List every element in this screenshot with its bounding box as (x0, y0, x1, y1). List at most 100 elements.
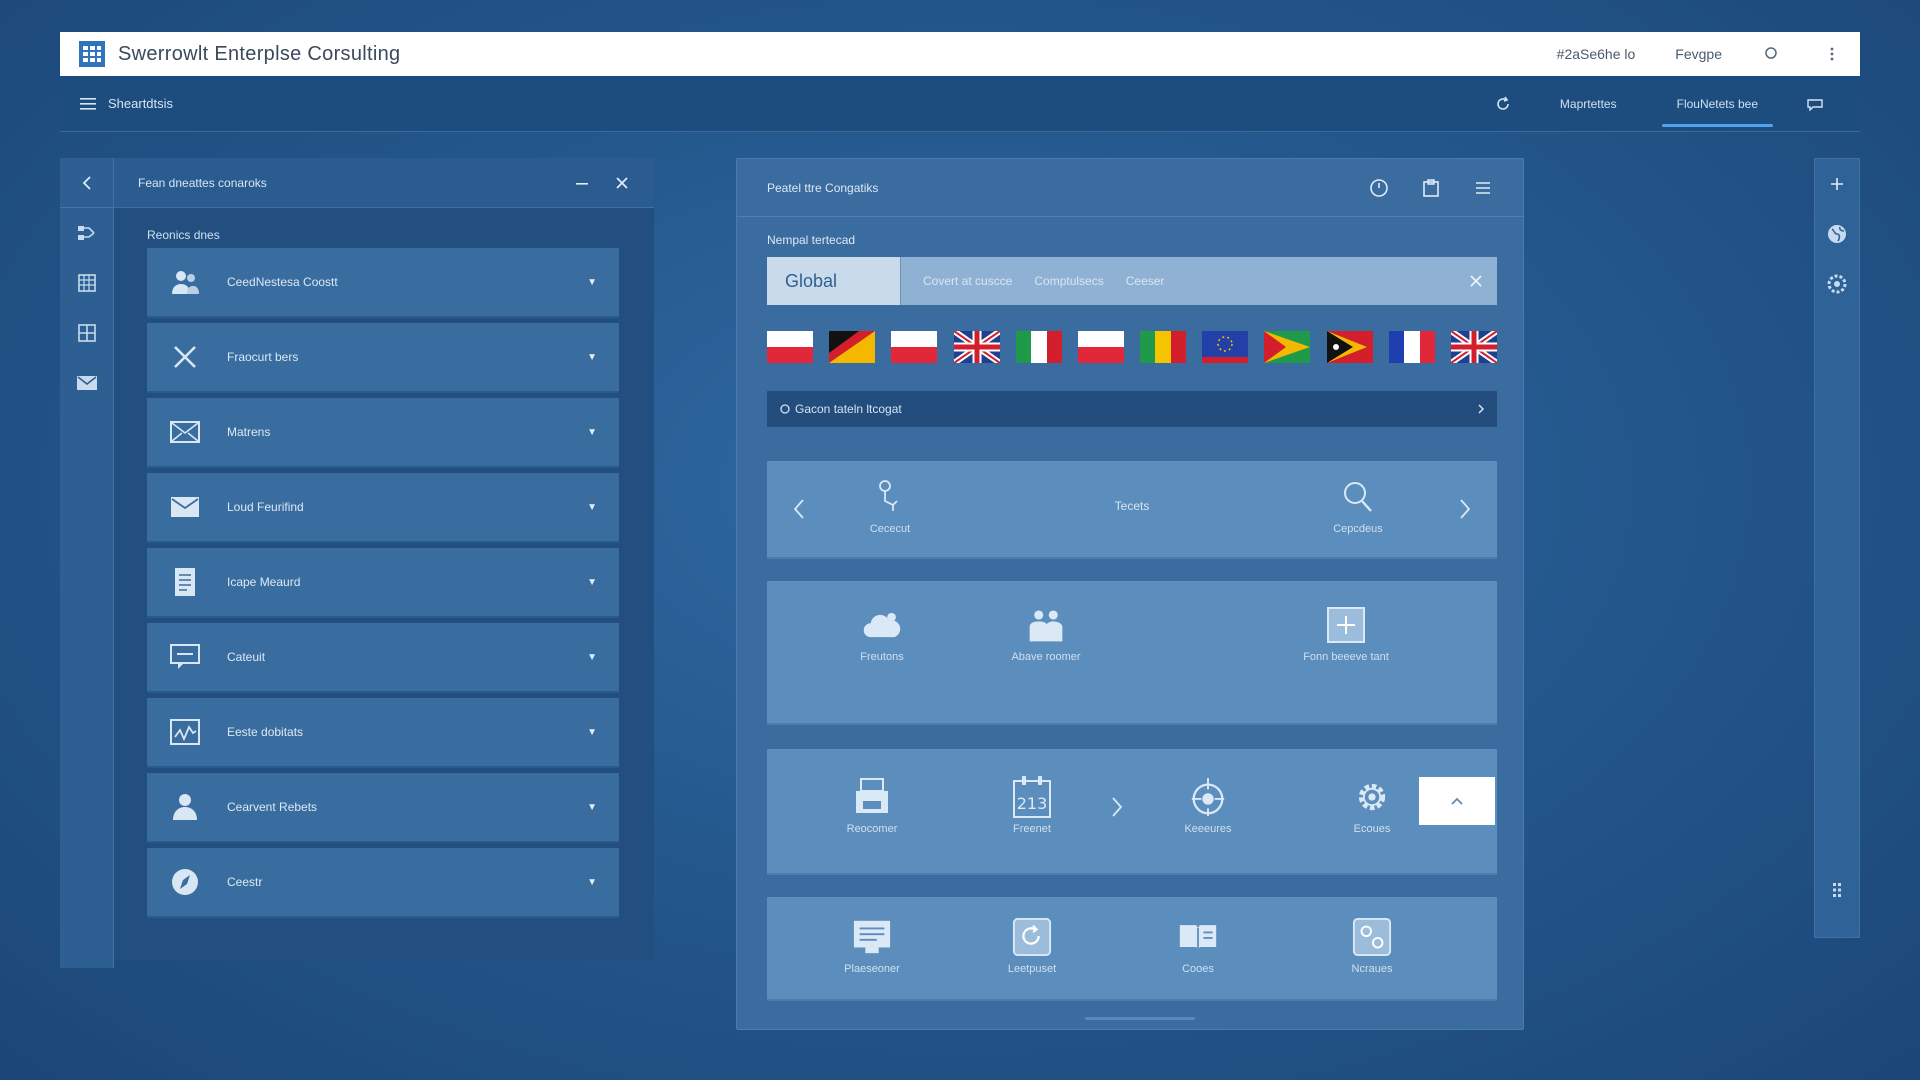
clock-icon[interactable] (1369, 178, 1389, 198)
tile-cececut[interactable]: Cececut (815, 477, 965, 535)
tile-cooes[interactable]: Cooes (1123, 917, 1273, 975)
breadcrumb[interactable]: Sheartdtsis (108, 96, 173, 111)
search-input[interactable]: Global (767, 257, 901, 305)
poland-flag[interactable] (767, 331, 813, 363)
back-button[interactable] (60, 158, 114, 208)
tile-ncraues[interactable]: Ncraues (1297, 917, 1447, 975)
italy-flag[interactable] (1015, 331, 1062, 363)
more-vertical-icon[interactable] (1822, 44, 1842, 64)
accordion-item-5[interactable]: Cateuit ▼ (147, 623, 619, 693)
eu-flag[interactable] (1202, 331, 1249, 363)
rail-grid-button[interactable] (60, 308, 114, 358)
rail-hierarchy-button[interactable] (60, 208, 114, 258)
accordion-item-3[interactable]: Loud Feurifind ▼ (147, 473, 619, 543)
clipboard-icon[interactable] (1421, 178, 1441, 198)
tile-keeeures[interactable]: Keeeures (1133, 777, 1283, 835)
chevron-down-icon: ▼ (587, 726, 597, 738)
users-icon (169, 266, 201, 298)
accordion-label: CeedNestesa Coostt (227, 275, 338, 289)
globe-button[interactable] (1815, 209, 1859, 259)
search-icon (1338, 477, 1378, 517)
tile-reocomer[interactable]: Reocomer (797, 777, 947, 835)
search-chip-1[interactable]: Comptulsecs (1034, 274, 1103, 288)
tile-freenet[interactable]: 213 Freenet (957, 776, 1107, 835)
poland-flag-3[interactable] (1077, 331, 1124, 363)
tricolor-flag[interactable] (1140, 331, 1187, 363)
accordion-item-2[interactable]: Matrens ▼ (147, 398, 619, 468)
prev-arrow-button[interactable] (787, 497, 811, 521)
title-bar: Swerrowlt Enterplse Corsulting #2aSe6he … (60, 32, 1860, 76)
rail-mail-button[interactable] (60, 358, 114, 408)
accordion-item-6[interactable]: Eeste dobitats ▼ (147, 698, 619, 768)
tab-flounetets[interactable]: FlouNetets bee (1647, 76, 1788, 131)
settings-button[interactable] (1815, 259, 1859, 309)
close-x-icon (169, 341, 201, 373)
refresh-small-icon (780, 404, 790, 414)
chat-bubble-icon[interactable] (1804, 93, 1826, 115)
accordion-label: Cearvent Rebets (227, 800, 318, 814)
team-icon (1026, 605, 1066, 645)
center-panel: Peatel ttre Congatiks Nempal tertecad Gl… (736, 158, 1524, 1030)
row-next-arrow[interactable] (1105, 795, 1129, 819)
document-icon (169, 566, 201, 598)
left-panel-header: Fean dneattes conaroks (114, 158, 654, 208)
hamburger-menu-icon[interactable] (78, 94, 98, 114)
tile-freutons[interactable]: Freutons (807, 605, 957, 663)
target-icon (1188, 777, 1228, 817)
uk-flag-2[interactable] (1450, 331, 1497, 363)
chevron-down-icon: ▼ (587, 426, 597, 438)
rail-table-button[interactable] (60, 258, 114, 308)
next-arrow-button[interactable] (1453, 497, 1477, 521)
plus-icon (1831, 178, 1843, 190)
tab-maprtettes[interactable]: Maprtettes (1530, 76, 1647, 131)
refresh-icon[interactable] (1492, 93, 1514, 115)
search-icon[interactable] (1762, 44, 1782, 64)
envelope-open-icon (169, 491, 201, 523)
toolbar: Sheartdtsis Maprtettes FlouNetets bee (60, 76, 1860, 132)
tile-label: Leetpuset (1007, 963, 1057, 975)
poland-flag-2[interactable] (891, 331, 938, 363)
hamburger-menu-icon[interactable] (1473, 178, 1493, 198)
accordion-item-4[interactable]: Icape Meaurd ▼ (147, 548, 619, 618)
accordion-item-8[interactable]: Ceestr ▼ (147, 848, 619, 918)
france-flag[interactable] (1388, 331, 1435, 363)
tile-label: Plaeseoner (844, 963, 900, 975)
drag-handle-icon (1833, 883, 1841, 897)
accordion-item-1[interactable]: Fraocurt bers ▼ (147, 323, 619, 393)
search-chip-0[interactable]: Covert at cuscce (923, 274, 1012, 288)
accordion-label: Matrens (227, 425, 271, 439)
status-bar[interactable]: Gacon tateln ltcogat (767, 391, 1497, 427)
chart-icon (169, 716, 201, 748)
tile-fonn-beeeve-tant[interactable]: Fonn beeeve tant (1271, 605, 1421, 663)
green-yellow-flag[interactable] (1264, 331, 1311, 363)
tile-leetpuset[interactable]: Leetpuset (957, 917, 1107, 975)
search-chip-2[interactable]: Ceeser (1126, 274, 1165, 288)
feature-card-2: Freutons Abave roomer Fonn beeeve tant (767, 581, 1497, 725)
app-title: Swerrowlt Enterplse Corsulting (118, 42, 401, 65)
tile-plaeseoner[interactable]: Plaeseoner (797, 917, 947, 975)
person-icon (169, 791, 201, 823)
scroll-indicator[interactable] (1085, 1017, 1195, 1020)
accordion-item-7[interactable]: Cearvent Rebets ▼ (147, 773, 619, 843)
tile-abave-roomer[interactable]: Abave roomer (971, 605, 1121, 663)
accordion-label: Eeste dobitats (227, 725, 304, 739)
accordion-item-0[interactable]: CeedNestesa Coostt ▼ (147, 248, 619, 318)
hierarchy-icon (78, 226, 95, 240)
uk-flag[interactable] (953, 331, 1000, 363)
tile-cepcdeus[interactable]: Cepcdeus (1283, 477, 1433, 535)
chevron-down-icon: ▼ (587, 876, 597, 888)
collapse-button[interactable] (1419, 777, 1495, 825)
minimize-icon[interactable] (574, 175, 590, 191)
grid-icon (78, 324, 96, 342)
clear-icon[interactable] (1469, 274, 1483, 288)
germany-like-flag[interactable] (829, 331, 876, 363)
orange-black-flag[interactable] (1326, 331, 1373, 363)
location-pin-icon (870, 477, 910, 517)
accordion-label: Fraocurt bers (227, 350, 299, 364)
close-icon[interactable] (614, 175, 630, 191)
add-button[interactable] (1815, 159, 1859, 209)
drag-handle[interactable] (1815, 865, 1859, 915)
header-account-link[interactable]: #2aSe6he lo (1557, 46, 1636, 62)
header-profile-link[interactable]: Fevgpe (1675, 46, 1722, 62)
chevron-down-icon: ▼ (587, 276, 597, 288)
